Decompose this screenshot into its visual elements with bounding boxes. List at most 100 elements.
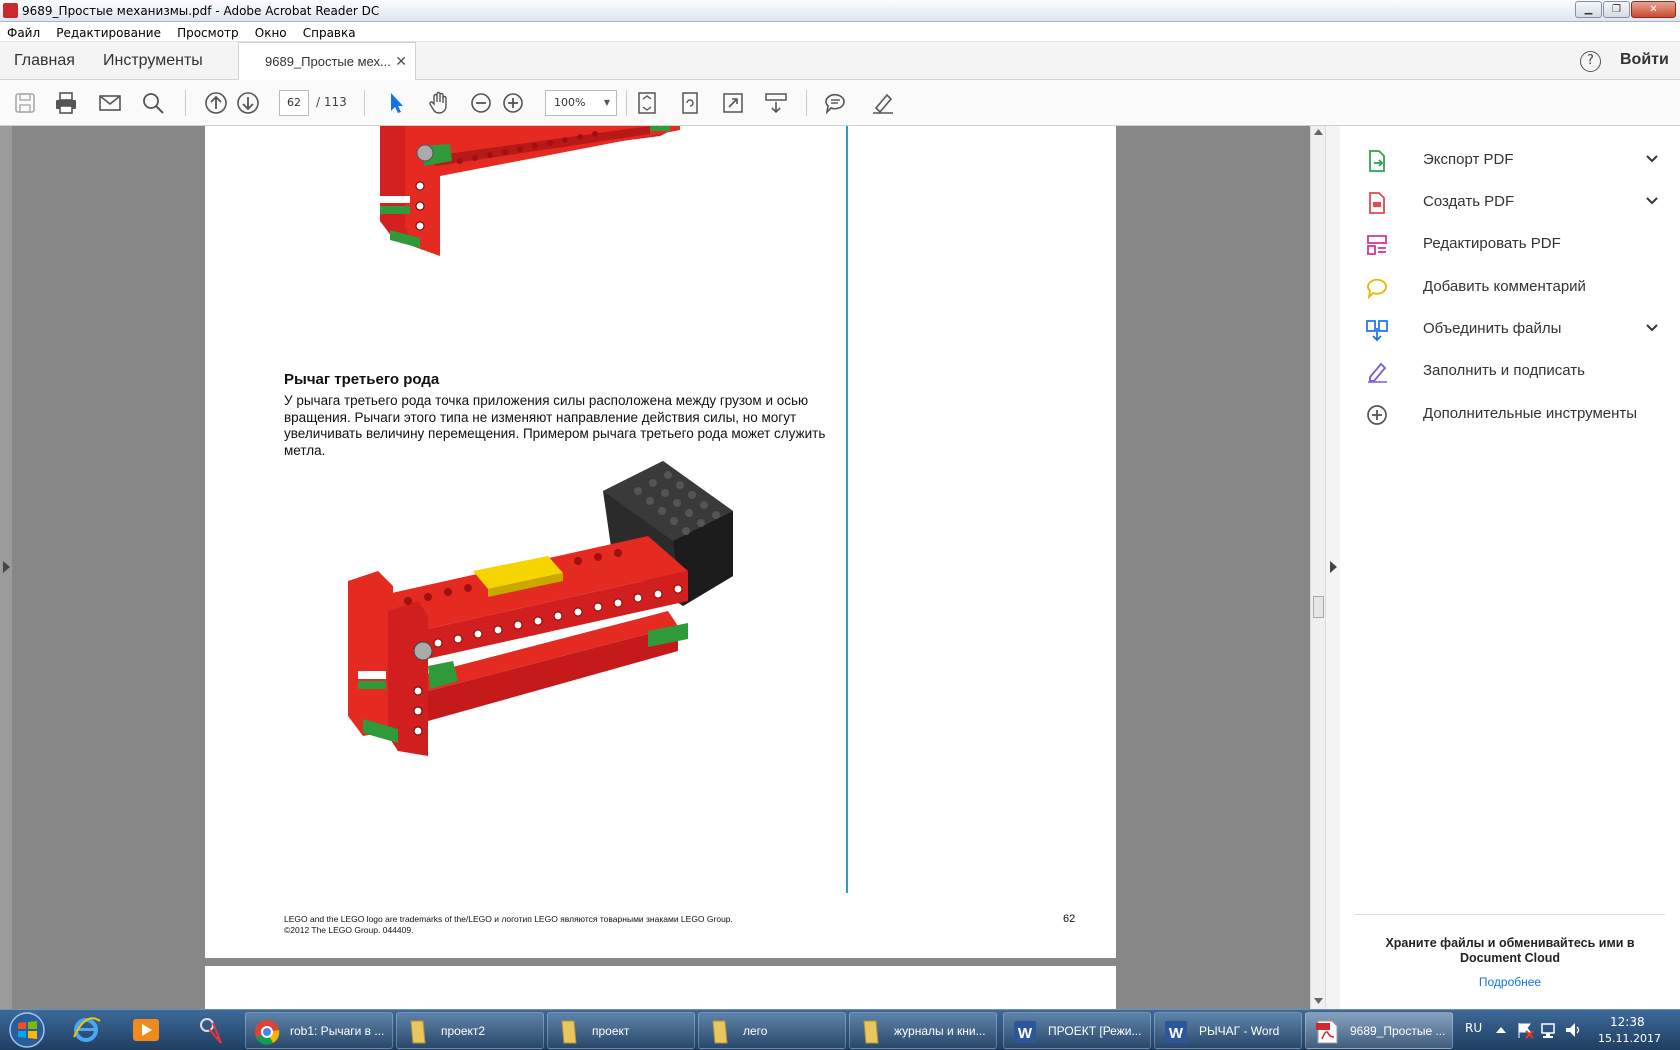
taskbar-button-folder-project2[interactable]: проект2 [396,1012,544,1049]
select-tool-icon[interactable] [383,90,409,116]
more-tools-icon [1367,405,1387,425]
tool-add-comment[interactable]: Добавить комментарий [1365,273,1665,303]
volume-icon[interactable] [1564,1021,1582,1039]
snipping-tool-icon[interactable] [195,1015,227,1045]
menu-edit[interactable]: Редактирование [52,24,165,40]
chevron-down-icon[interactable] [1645,321,1659,335]
scroll-thumb[interactable] [1313,596,1324,618]
menu-view[interactable]: Просмотр [173,24,243,40]
cloud-promo-line1: Храните файлы и обменивайтесь ими в [1385,936,1635,950]
menu-file[interactable]: Файл [3,24,44,40]
print-icon[interactable] [53,90,79,116]
fill-sign-icon [1368,362,1387,383]
taskbar-label: журналы и кни... [894,1024,986,1038]
close-button[interactable]: ✕ [1631,1,1676,18]
scroll-down-icon[interactable] [1314,998,1323,1004]
combine-files-icon [1366,320,1388,342]
learn-more-link[interactable]: Подробнее [1340,975,1680,989]
acrobat-app-icon [3,3,18,18]
hand-tool-icon[interactable] [426,90,452,116]
toolbar: 62 / 113 100% ▼ [0,80,1680,126]
network-icon[interactable] [1540,1021,1558,1039]
taskbar-button-folder-journals[interactable]: журналы и кни... [849,1012,997,1049]
tools-panel: Экспорт PDF Создать PDF Редактировать PD… [1340,126,1680,1009]
tool-more-tools[interactable]: Дополнительные инструменты [1365,400,1665,430]
highlight-pen-icon[interactable] [870,90,896,116]
fit-page-icon[interactable] [634,90,660,116]
menu-bar: Файл Редактирование Просмотр Окно Справк… [0,22,1680,42]
next-page-icon[interactable] [235,90,261,116]
action-center-flag-icon[interactable] [1516,1021,1534,1039]
taskbar-button-folder-project[interactable]: проект [547,1012,695,1049]
zoom-in-icon[interactable] [500,90,526,116]
media-player-icon[interactable] [130,1015,162,1045]
tool-export-pdf[interactable]: Экспорт PDF [1365,146,1665,176]
zoom-out-icon[interactable] [468,90,494,116]
tab-document-label: 9689_Простые мех... [265,54,391,69]
email-icon[interactable] [97,90,123,116]
tool-edit-pdf[interactable]: Редактировать PDF [1365,230,1665,260]
folder-icon [561,1020,577,1044]
word-icon: W [1014,1021,1036,1043]
vertical-scrollbar[interactable] [1310,126,1325,1009]
document-viewer[interactable]: Рычаг третьего рода У рычага третьего ро… [0,126,1325,1009]
internet-explorer-icon[interactable] [70,1015,102,1045]
collapse-right-panel-icon[interactable] [1330,561,1337,573]
previous-page-icon[interactable] [203,90,229,116]
login-button[interactable]: Войти [1620,51,1669,69]
pdf-page: Рычаг третьего рода У рычага третьего ро… [205,126,1116,958]
tool-fill-sign[interactable]: Заполнить и подписать [1365,357,1665,387]
full-screen-icon[interactable] [720,90,746,116]
tab-tools[interactable]: Инструменты [103,52,203,70]
taskbar-label: ПРОЕКТ [Режи... [1048,1024,1142,1038]
search-icon[interactable] [140,90,166,116]
scroll-mode-icon[interactable] [763,90,789,116]
taskbar-button-folder-lego[interactable]: лего [698,1012,846,1049]
minimize-button[interactable]: ▁ [1575,1,1602,18]
footer-copyright: ©2012 The LEGO Group. 044409. [284,925,414,935]
scroll-up-icon[interactable] [1314,129,1323,135]
comment-icon [1367,278,1387,300]
close-tab-icon[interactable]: ✕ [395,53,407,70]
page-divider-line [846,126,848,893]
folder-icon [712,1020,728,1044]
page-number-input[interactable]: 62 [279,90,309,116]
pdf-next-page [205,966,1116,1009]
expand-left-panel-icon[interactable] [3,561,10,573]
clock-date[interactable]: 15.11.2017 [1598,1032,1661,1045]
svg-text:W: W [1169,1025,1184,1042]
help-icon[interactable]: ? [1580,51,1601,72]
show-hidden-icons-icon[interactable] [1496,1025,1506,1033]
page-total: / 113 [316,95,347,109]
taskbar-button-acrobat[interactable]: 9689_Простые ... [1305,1012,1453,1049]
rotate-page-icon[interactable] [677,90,703,116]
tool-combine-files[interactable]: Объединить файлы [1365,315,1665,345]
tab-home[interactable]: Главная [14,52,75,70]
left-panel-collapsed[interactable] [0,126,12,1009]
window-title: 9689_Простые механизмы.pdf - Adobe Acrob… [22,4,380,18]
menu-window[interactable]: Окно [251,24,291,40]
folder-icon [863,1020,879,1044]
save-icon[interactable] [12,90,38,116]
acrobat-icon [1316,1020,1338,1044]
tool-label: Заполнить и подписать [1423,362,1585,379]
menu-help[interactable]: Справка [299,24,360,40]
chevron-down-icon[interactable] [1645,194,1659,208]
section-body-text: У рычага третьего рода точка приложения … [284,393,826,459]
start-button[interactable] [2,1011,52,1049]
comment-icon[interactable] [822,90,848,116]
maximize-button[interactable]: ❐ [1603,1,1630,18]
chevron-down-icon[interactable] [1645,152,1659,166]
tab-document[interactable]: 9689_Простые мех... ✕ [238,42,416,80]
taskbar-button-chrome[interactable]: rob1: Рычаги в ... [245,1012,393,1049]
tool-create-pdf[interactable]: Создать PDF [1365,188,1665,218]
clock-time[interactable]: 12:38 [1610,1015,1645,1029]
zoom-select[interactable]: 100% ▼ [545,90,617,116]
right-panel-toggle[interactable] [1325,126,1340,1009]
taskbar-button-word-lever[interactable]: W РЫЧАГ - Word [1154,1012,1302,1049]
taskbar-button-word-project[interactable]: W ПРОЕКТ [Режи... [1003,1012,1151,1049]
tool-label: Объединить файлы [1423,320,1562,337]
export-pdf-icon [1369,150,1385,172]
taskbar-label: проект2 [441,1024,486,1038]
language-indicator[interactable]: RU [1465,1021,1482,1035]
